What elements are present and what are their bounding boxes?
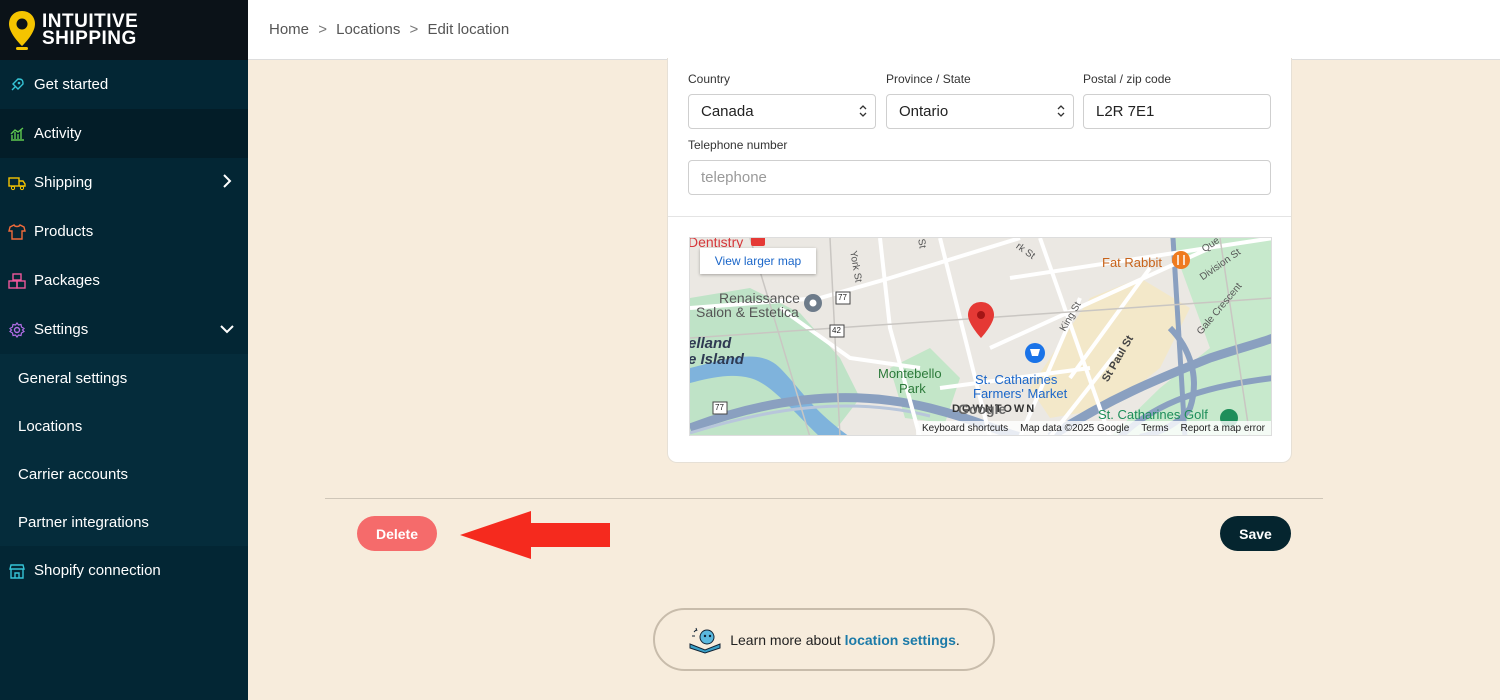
report-map-error-link[interactable]: Report a map error xyxy=(1181,423,1265,434)
route-shield-77-b: 77 xyxy=(715,403,724,412)
route-shield-77: 77 xyxy=(838,293,847,302)
sidebar-item-shipping[interactable]: Shipping xyxy=(0,158,248,207)
map-label-market-2: Farmers' Market xyxy=(973,386,1068,401)
route-shield-42: 42 xyxy=(832,326,841,335)
map-label-welland-2: e Island xyxy=(689,351,744,368)
settings-submenu: General settings Locations Carrier accou… xyxy=(0,354,248,546)
select-arrows-icon xyxy=(1057,105,1065,117)
sidebar-item-label: Settings xyxy=(34,321,89,338)
sidebar-item-label: Get started xyxy=(34,76,109,93)
chart-icon xyxy=(8,125,26,143)
chevron-down-icon xyxy=(220,325,234,334)
card-divider xyxy=(668,216,1291,217)
keyboard-shortcuts-link[interactable]: Keyboard shortcuts xyxy=(922,423,1008,434)
province-select[interactable]: Ontario xyxy=(886,94,1074,129)
sidebar: INTUITIVE SHIPPING Get started Activity … xyxy=(0,0,248,700)
province-label: Province / State xyxy=(886,72,971,86)
breadcrumb-separator: > xyxy=(409,21,419,38)
map-footer: Keyboard shortcuts Map data ©2025 Google… xyxy=(915,421,1271,435)
brand-name: INTUITIVE SHIPPING xyxy=(42,12,138,49)
sidebar-item-label: Products xyxy=(34,223,94,240)
delete-button[interactable]: Delete xyxy=(357,516,437,551)
sidebar-item-label: Activity xyxy=(34,125,82,142)
location-map[interactable]: Dentistry Renaissance Salon & Estetica e… xyxy=(689,237,1272,436)
red-arrow-annotation-icon xyxy=(460,511,610,559)
breadcrumb-current: Edit location xyxy=(427,21,510,38)
sidebar-item-shopify-connection[interactable]: Shopify connection xyxy=(0,546,248,595)
breadcrumb-separator: > xyxy=(318,21,327,38)
breadcrumb: Home > Locations > Edit location xyxy=(269,21,509,38)
sidebar-item-settings[interactable]: Settings xyxy=(0,305,248,354)
postal-code-input[interactable]: L2R 7E1 xyxy=(1083,94,1271,129)
postal-value: L2R 7E1 xyxy=(1096,103,1155,120)
map-data-attribution: Map data ©2025 Google xyxy=(1020,422,1130,434)
sidebar-item-label: Shopify connection xyxy=(34,562,161,579)
sidebar-subitem-carrier-accounts[interactable]: Carrier accounts xyxy=(0,450,248,498)
location-form-card: Country Canada Province / State Ontario … xyxy=(667,58,1292,463)
country-value: Canada xyxy=(701,103,754,120)
country-select[interactable]: Canada xyxy=(688,94,876,129)
save-button[interactable]: Save xyxy=(1220,516,1291,551)
learn-more-banner: Learn more about location settings . xyxy=(653,608,995,671)
boxes-icon xyxy=(8,272,26,290)
sidebar-subitem-general-settings[interactable]: General settings xyxy=(0,354,248,402)
select-arrows-icon xyxy=(859,105,867,117)
map-label-renaissance-2: Salon & Estetica xyxy=(696,304,799,320)
chevron-right-icon xyxy=(223,174,232,188)
map-label-montebello: Montebello xyxy=(878,366,942,381)
sidebar-item-get-started[interactable]: Get started xyxy=(0,60,248,109)
map-label-market: St. Catharines xyxy=(975,372,1058,387)
rocket-icon xyxy=(8,76,26,94)
sidebar-item-products[interactable]: Products xyxy=(0,207,248,256)
learn-more-suffix: . xyxy=(955,631,960,648)
map-label-montebello-2: Park xyxy=(899,381,926,396)
breadcrumb-home[interactable]: Home xyxy=(269,21,309,38)
shirt-icon xyxy=(8,223,26,241)
breadcrumb-locations[interactable]: Locations xyxy=(336,21,400,38)
map-label-golf: St. Catharines Golf xyxy=(1098,407,1208,422)
map-label-st: St xyxy=(915,238,928,250)
map-label-welland: elland xyxy=(689,335,732,352)
sidebar-subitem-locations[interactable]: Locations xyxy=(0,402,248,450)
map-terms-link[interactable]: Terms xyxy=(1141,423,1168,434)
learn-more-prefix: Learn more about xyxy=(730,631,845,648)
location-pin-logo-icon xyxy=(9,11,35,50)
brand-line2: SHIPPING xyxy=(42,28,137,49)
province-value: Ontario xyxy=(899,103,949,120)
sidebar-item-label: Packages xyxy=(34,272,100,289)
gear-icon xyxy=(8,321,26,339)
telephone-label: Telephone number xyxy=(688,138,788,152)
actions-divider xyxy=(325,498,1323,499)
brand-logo[interactable]: INTUITIVE SHIPPING xyxy=(0,0,248,60)
store-icon xyxy=(8,562,26,580)
telephone-input[interactable]: telephone xyxy=(688,160,1271,195)
truck-icon xyxy=(8,174,26,192)
postal-label: Postal / zip code xyxy=(1083,72,1172,86)
sidebar-subitem-partner-integrations[interactable]: Partner integrations xyxy=(0,498,248,546)
learning-book-icon xyxy=(689,627,721,654)
google-logo: Google xyxy=(958,401,1007,417)
country-label: Country xyxy=(688,72,731,86)
view-larger-map-link[interactable]: View larger map xyxy=(700,248,816,274)
map-label-fat-rabbit: Fat Rabbit xyxy=(1102,255,1162,270)
sidebar-item-packages[interactable]: Packages xyxy=(0,256,248,305)
sidebar-item-activity[interactable]: Activity xyxy=(0,109,248,158)
location-settings-link[interactable]: location settings xyxy=(845,632,956,648)
top-bar: Home > Locations > Edit location xyxy=(248,0,1500,60)
telephone-placeholder: telephone xyxy=(701,169,767,186)
sidebar-item-label: Shipping xyxy=(34,174,93,191)
